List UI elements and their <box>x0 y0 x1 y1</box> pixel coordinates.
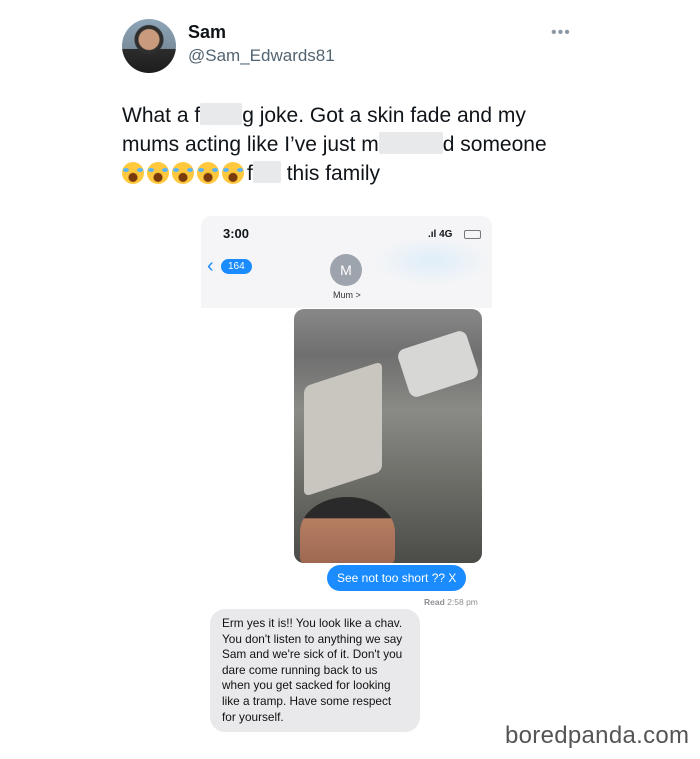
tweet-line2-start: mums acting like I’ve just m <box>122 133 379 156</box>
received-message-bubble[interactable]: Erm yes it is!! You look like a chav. Yo… <box>210 609 420 733</box>
person-head <box>300 497 395 563</box>
profile-avatar[interactable] <box>122 19 176 73</box>
censor-block <box>200 103 243 125</box>
read-receipt: Read 2:58 pm <box>424 597 478 607</box>
contact-name[interactable]: Mum > <box>333 290 361 300</box>
tweet-line2-end: d someone <box>442 133 547 156</box>
status-time: 3:00 <box>223 226 250 241</box>
tears-of-joy-emoji <box>172 162 194 184</box>
watermark: boredpanda.com <box>505 722 690 749</box>
unread-count-badge[interactable]: 164 <box>221 259 252 274</box>
display-name[interactable]: Sam <box>188 22 226 43</box>
more-options-icon[interactable]: ••• <box>551 24 571 42</box>
contact-avatar[interactable]: M <box>330 254 362 286</box>
censor-block <box>252 161 281 183</box>
tweet-line1-start: What a f <box>122 104 201 127</box>
selfie-photo[interactable] <box>294 309 482 563</box>
tweet-text: What a f g joke. Got a skin fade and my m… <box>122 101 572 188</box>
tears-of-joy-emoji <box>197 162 219 184</box>
car-sun-visor <box>304 361 382 497</box>
back-chevron-icon[interactable]: ‹ <box>207 255 214 278</box>
car-ceiling-light <box>396 329 480 399</box>
tears-of-joy-emoji <box>222 162 244 184</box>
censor-block <box>378 132 443 154</box>
tweet-line1-end: g joke. Got a skin fade and my <box>242 104 526 127</box>
battery-icon <box>464 230 481 239</box>
tweet-line3-end: this family <box>286 162 381 185</box>
signal-indicator: .ıl 4G <box>428 229 453 240</box>
user-handle[interactable]: @Sam_Edwards81 <box>188 46 335 66</box>
tears-of-joy-emoji <box>147 162 169 184</box>
tweet-line3-start: f <box>247 162 253 185</box>
sent-message-bubble[interactable]: See not too short ?? X <box>327 565 467 591</box>
tears-of-joy-emoji <box>122 162 144 184</box>
